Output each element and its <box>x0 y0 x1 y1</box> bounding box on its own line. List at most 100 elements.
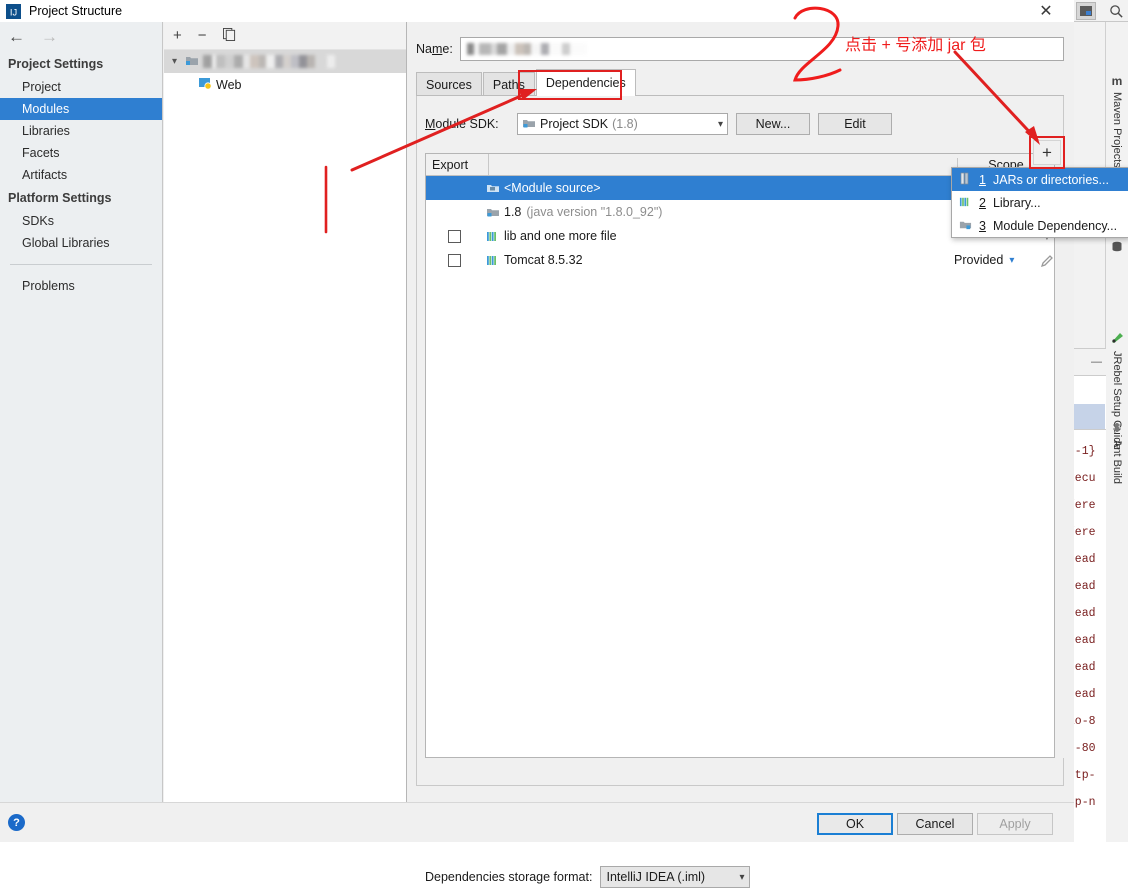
chevron-down-icon[interactable]: ▾ <box>718 119 723 130</box>
storage-format-select[interactable]: IntelliJ IDEA (.iml) ▾ <box>600 866 751 888</box>
add-module-button[interactable]: + <box>173 28 182 43</box>
sidebar-item-facets[interactable]: Facets <box>0 142 162 164</box>
edit-dependency-button[interactable] <box>1037 250 1057 272</box>
help-button[interactable]: ? <box>8 814 25 831</box>
close-icon[interactable]: ✕ <box>1026 0 1066 22</box>
dependency-name: 1.8 <box>504 205 522 219</box>
search-icon[interactable] <box>1106 1 1126 21</box>
module-source-icon <box>482 181 504 195</box>
apply-button[interactable]: Apply <box>977 813 1053 835</box>
nav-history-controls: ← → <box>0 22 162 52</box>
dependency-name: Tomcat 8.5.32 <box>504 253 583 267</box>
export-checkbox[interactable] <box>447 253 461 267</box>
module-sdk-value: Project SDK <box>540 117 609 131</box>
layout-icon[interactable] <box>1076 1 1096 20</box>
menu-item-jars-or-directories[interactable]: 1 JARs or directories... <box>952 168 1128 191</box>
add-dependency-button[interactable]: + <box>1033 140 1061 165</box>
dependency-actions-column <box>1055 153 1074 758</box>
module-sdk-row: Module SDK: Project SDK (1.8) ▾ New... E… <box>425 112 892 136</box>
module-tabs: Sources Paths Dependencies <box>416 69 637 96</box>
sidebar-item-artifacts[interactable]: Artifacts <box>0 164 162 186</box>
arrow-right-icon[interactable]: → <box>41 27 58 47</box>
dialog-titlebar: IJ Project Structure ✕ <box>0 0 1074 22</box>
sidebar-item-project[interactable]: Project <box>0 76 162 98</box>
minimize-icon[interactable]: — <box>1091 356 1102 368</box>
module-name-value-redacted <box>467 43 587 55</box>
tab-paths[interactable]: Paths <box>482 72 535 96</box>
storage-format-value: IntelliJ IDEA (.iml) <box>606 870 706 884</box>
nav-group-title: Project Settings <box>8 57 104 71</box>
export-checkbox-cell <box>426 253 482 267</box>
menu-item-library[interactable]: 2 Library... <box>952 191 1128 214</box>
library-icon <box>959 195 972 211</box>
storage-format-row: Dependencies storage format: IntelliJ ID… <box>425 866 751 888</box>
library-icon <box>482 253 504 267</box>
export-checkbox[interactable] <box>447 229 461 243</box>
sidebar-item-database[interactable] <box>1106 237 1128 267</box>
menu-item-label: JARs or directories... <box>992 172 1109 187</box>
sidebar-item-sdks[interactable]: SDKs <box>0 210 162 232</box>
module-name-input[interactable] <box>460 37 1064 61</box>
settings-sidebar: ← → Project Settings Project Modules Lib… <box>0 22 163 802</box>
chevron-down-icon[interactable]: ▾ <box>168 56 181 67</box>
jrebel-icon <box>1111 331 1124 347</box>
menu-item-module-dependency[interactable]: 3 Module Dependency... <box>952 214 1128 237</box>
tree-item-label: Web <box>216 77 242 92</box>
remove-module-button[interactable]: − <box>198 28 207 43</box>
tab-sources[interactable]: Sources <box>416 72 482 96</box>
scope-value: Provided <box>954 253 1004 267</box>
arrow-left-icon[interactable]: ← <box>8 27 25 47</box>
chevron-down-icon[interactable]: ▾ <box>739 872 744 883</box>
svg-text:IJ: IJ <box>9 7 16 17</box>
module-sdk-select[interactable]: Project SDK (1.8) ▾ <box>517 113 728 135</box>
sidebar-item-problems[interactable]: Problems <box>0 265 162 297</box>
maven-m-icon: m <box>1111 74 1123 88</box>
divider <box>488 154 489 175</box>
jar-icon <box>959 172 972 188</box>
project-structure-dialog: IJ Project Structure ✕ ← → Project Setti… <box>0 0 1074 888</box>
modules-tree-toolbar: + − <box>164 22 406 50</box>
table-row[interactable]: Tomcat 8.5.32 Provided ▾ <box>426 248 1054 272</box>
export-checkbox-cell <box>426 229 482 243</box>
ant-icon <box>1111 421 1123 436</box>
ide-tool-window-bar: m Maven Projects JRebel Setup Guide Ant … <box>1105 22 1128 842</box>
menu-item-number: 1 <box>979 172 986 187</box>
dependency-name: lib and one more file <box>504 229 617 243</box>
module-sdk-version: (1.8) <box>612 117 638 131</box>
database-icon <box>1111 241 1123 256</box>
menu-item-label: Library... <box>992 195 1041 210</box>
new-sdk-button[interactable]: New... <box>736 113 810 135</box>
column-header-export: Export <box>432 157 469 172</box>
edit-sdk-button[interactable]: Edit <box>818 113 892 135</box>
ok-button[interactable]: OK <box>817 813 893 835</box>
dependency-detail: (java version "1.8.0_92") <box>526 205 663 219</box>
sidebar-item-libraries[interactable]: Libraries <box>0 120 162 142</box>
module-name-redacted <box>203 55 335 68</box>
sidebar-item-ant-build[interactable]: Ant Build <box>1106 417 1128 537</box>
web-facet-icon <box>198 76 212 93</box>
module-editor-pane: Name: Sources Paths Dependencies Module … <box>408 22 1074 888</box>
modules-tree-pane: + − ▾ Web <box>164 22 407 802</box>
menu-item-number: 2 <box>979 195 986 210</box>
tab-dependencies[interactable]: Dependencies <box>535 69 636 96</box>
menu-item-label: Module Dependency... <box>992 218 1118 233</box>
cancel-button[interactable]: Cancel <box>897 813 973 835</box>
sidebar-item-label: Maven Projects <box>1111 92 1123 168</box>
module-icon <box>185 53 199 70</box>
jdk-icon <box>522 116 536 133</box>
add-dependency-menu: 1 JARs or directories... 2 Library... 3 … <box>951 167 1128 238</box>
sidebar-item-modules[interactable]: Modules <box>0 98 162 120</box>
tree-item-web-facet[interactable]: Web <box>164 73 406 96</box>
module-icon <box>959 218 972 234</box>
module-sdk-label: Module SDK: <box>425 117 499 131</box>
name-label: Name: <box>416 42 453 56</box>
chevron-down-icon[interactable]: ▾ <box>1009 255 1014 266</box>
dependency-name: <Module source> <box>504 181 601 195</box>
tree-item-module[interactable]: ▾ <box>164 50 406 73</box>
library-icon <box>482 229 504 243</box>
menu-item-number: 3 <box>979 218 986 233</box>
sidebar-item-global-libraries[interactable]: Global Libraries <box>0 232 162 254</box>
copy-module-button[interactable] <box>222 27 236 44</box>
sidebar-item-label: Ant Build <box>1111 440 1123 485</box>
intellij-idea-icon: IJ <box>5 3 21 19</box>
